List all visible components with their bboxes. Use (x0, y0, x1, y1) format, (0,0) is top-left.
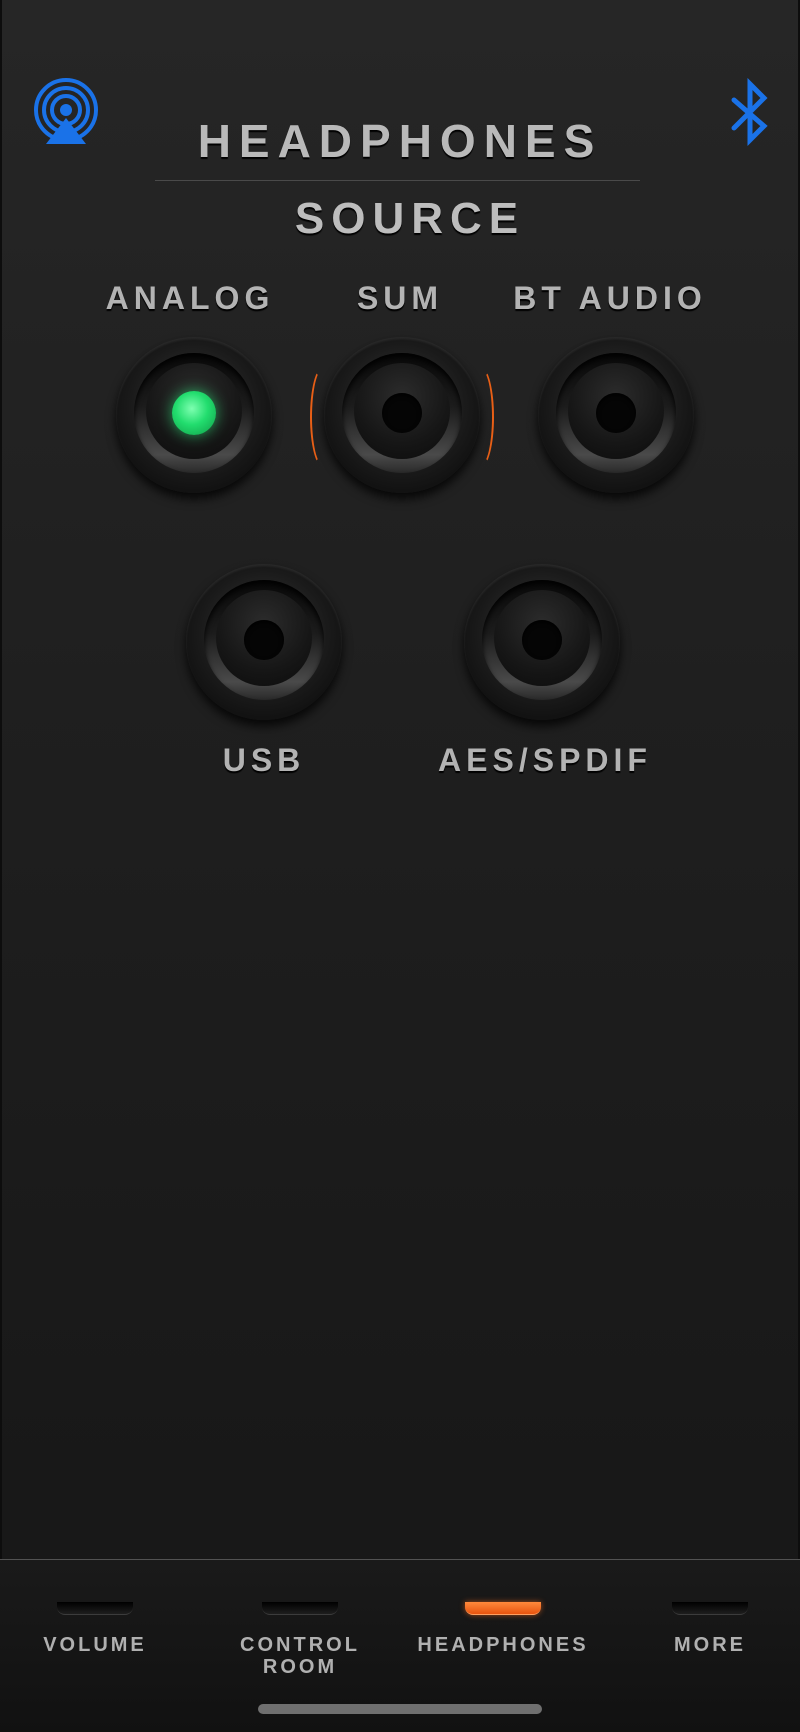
home-indicator[interactable] (258, 1704, 542, 1714)
tab-control-room[interactable]: CONTROL ROOM (205, 1598, 395, 1678)
tab-label: VOLUME (43, 1634, 147, 1656)
knob-hole (244, 620, 284, 660)
source-button-analog[interactable] (116, 337, 272, 493)
source-label-analog: ANALOG (105, 280, 275, 316)
selected-led-icon (172, 391, 216, 435)
source-label-usb: USB (222, 742, 306, 778)
section-title: SOURCE (294, 194, 526, 243)
page-title: HEADPHONES (197, 115, 603, 167)
title-divider (155, 180, 640, 181)
tab-indicator-active (465, 1602, 541, 1615)
tab-volume[interactable]: VOLUME (0, 1598, 190, 1678)
source-button-sum[interactable] (310, 337, 494, 493)
knob-hole (522, 620, 562, 660)
tab-label: CONTROL ROOM (240, 1634, 360, 1678)
bluetooth-button[interactable] (724, 77, 776, 150)
tab-label: HEADPHONES (417, 1634, 589, 1656)
source-label-bt-audio: BT AUDIO (513, 280, 707, 316)
tab-indicator (57, 1602, 133, 1615)
knob-hole (382, 393, 422, 433)
source-label-aes-spdif: AES/SPDIF (438, 742, 652, 778)
left-edge (0, 0, 2, 1560)
tab-label: MORE (674, 1634, 746, 1656)
knob-hole (596, 393, 636, 433)
bluetooth-icon (731, 77, 768, 147)
tab-headphones[interactable]: HEADPHONES (408, 1598, 598, 1678)
tab-indicator (262, 1602, 338, 1615)
app-screen: HEADPHONES SOURCE ANALOG SUM BT AUDIO US… (0, 0, 800, 1732)
source-button-bt-audio[interactable] (538, 337, 694, 493)
source-button-usb[interactable] (186, 564, 342, 720)
tab-more[interactable]: MORE (615, 1598, 800, 1678)
source-button-aes-spdif[interactable] (464, 564, 620, 720)
tab-indicator (672, 1602, 748, 1615)
airplay-icon (34, 78, 98, 144)
airplay-button[interactable] (30, 78, 102, 150)
source-label-sum: SUM (356, 280, 444, 316)
